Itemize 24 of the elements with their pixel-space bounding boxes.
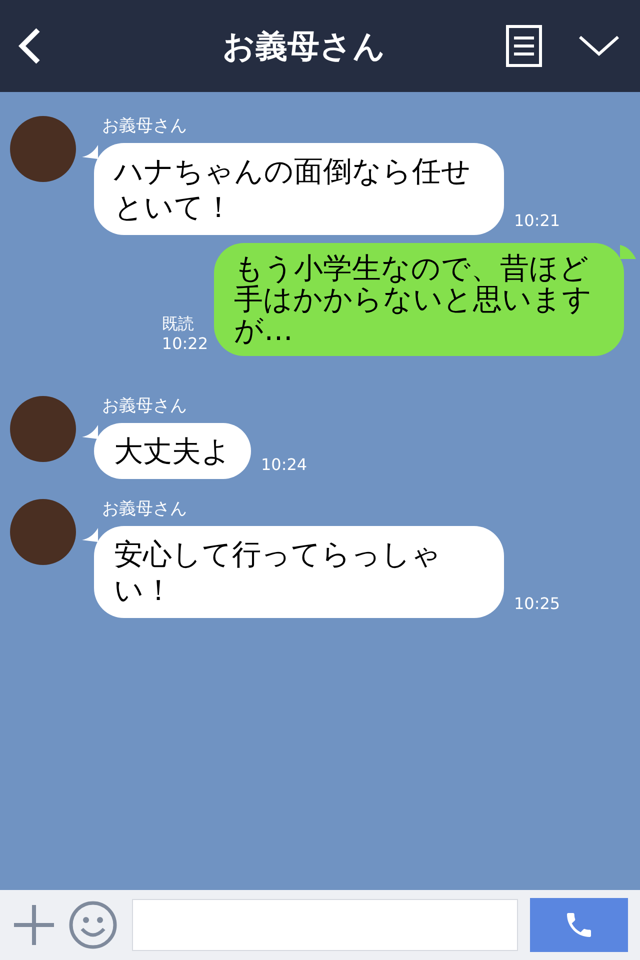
- bubble-tail: [82, 145, 98, 159]
- sender-name: お義母さん: [102, 501, 188, 518]
- back-icon[interactable]: [16, 27, 42, 65]
- chat-title: お義母さん: [222, 26, 386, 67]
- message-time: 10:21: [514, 210, 560, 232]
- message-time: 10:25: [514, 593, 560, 615]
- menu-icon[interactable]: [506, 25, 542, 67]
- read-receipt: 既読: [162, 314, 194, 334]
- message-bubble: 安心して行ってらっしゃい！: [94, 526, 504, 618]
- sender-name: お義母さん: [102, 398, 188, 415]
- smiley-icon[interactable]: [68, 900, 118, 950]
- message-time: 10:24: [261, 454, 308, 476]
- chevron-down-icon[interactable]: [578, 34, 620, 58]
- bubble-tail: [82, 528, 98, 542]
- bubble-tail: [620, 245, 636, 259]
- call-button[interactable]: [530, 898, 628, 952]
- message-input-field[interactable]: [132, 899, 518, 951]
- sender-name: お義母さん: [102, 118, 188, 135]
- message-bubble: ハナちゃんの面倒なら任せといて！: [94, 143, 504, 235]
- message-time: 10:22: [162, 334, 208, 354]
- plus-icon[interactable]: [12, 903, 56, 947]
- bubble-tail: [82, 425, 98, 439]
- message-bubble: 大丈夫よ: [94, 423, 251, 479]
- message-bubble: もう小学生なので、昔ほど手はかからないと思いますが…: [214, 243, 624, 356]
